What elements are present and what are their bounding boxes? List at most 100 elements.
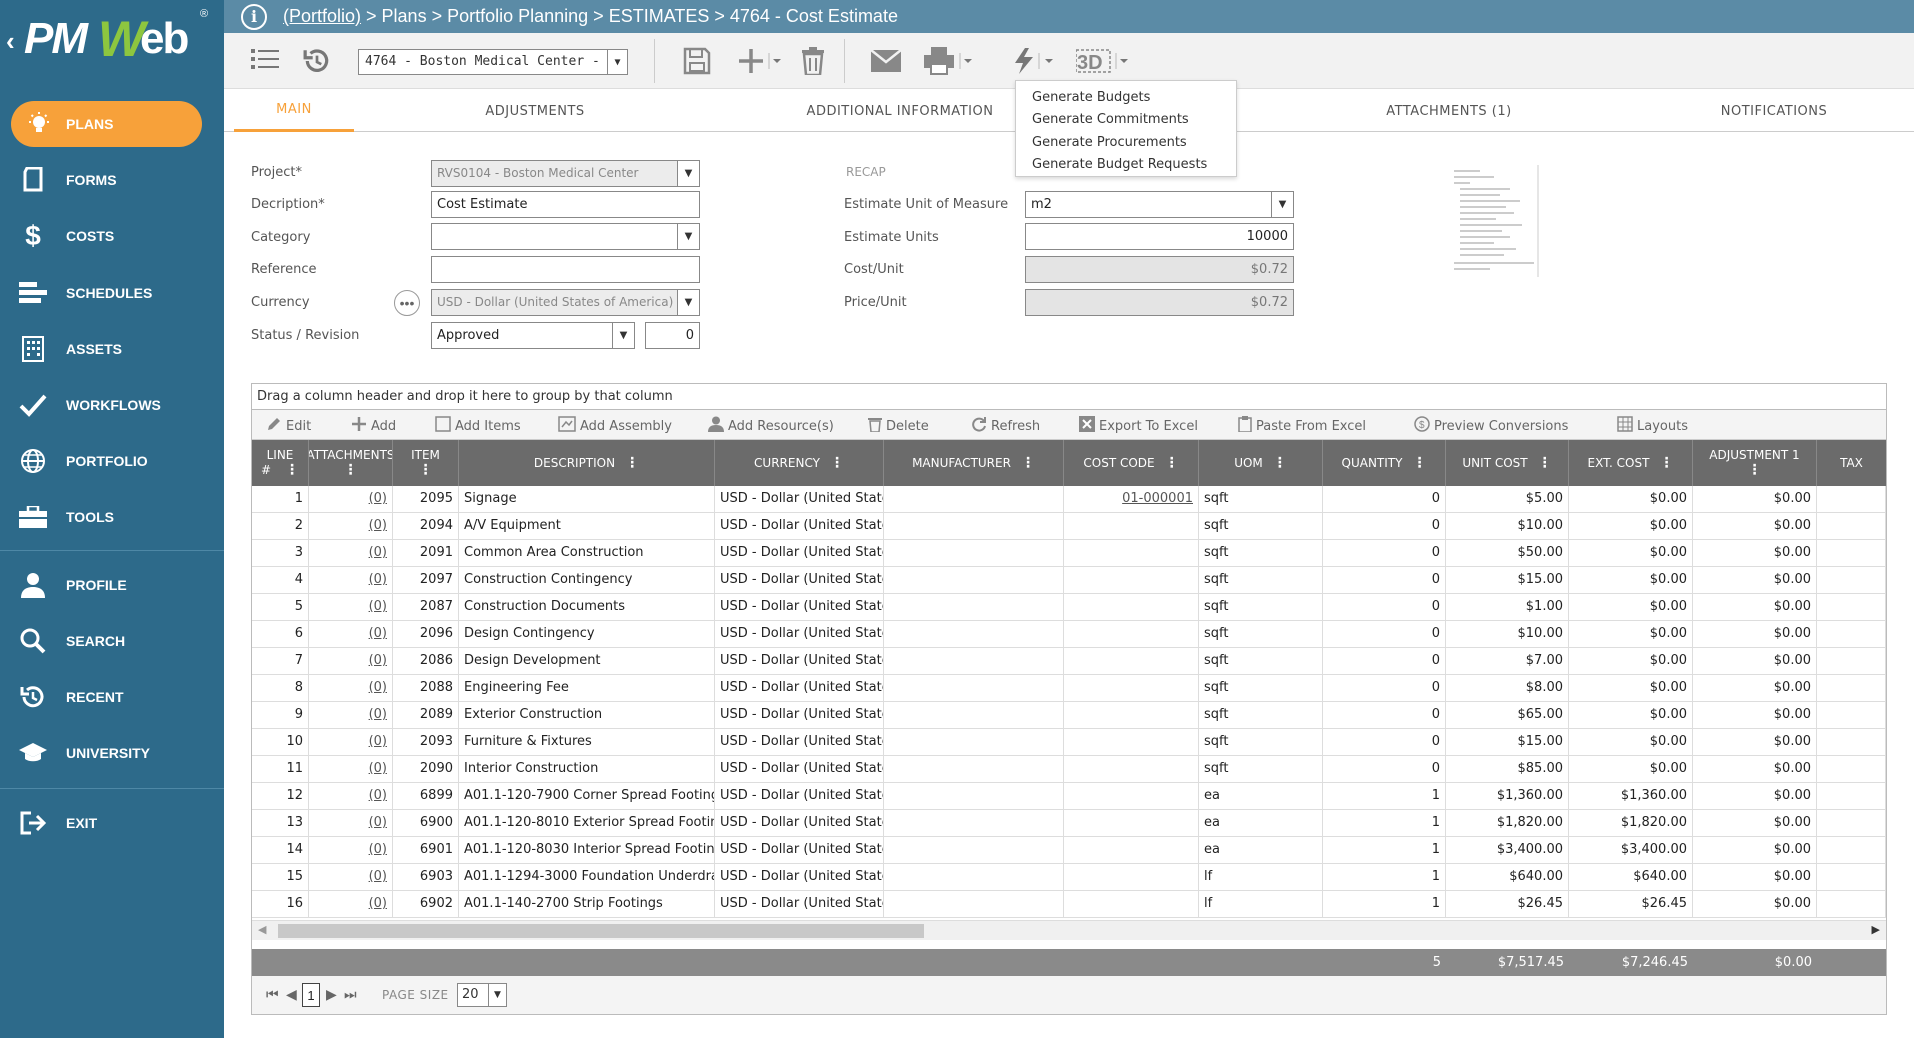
sidebar-item-recent[interactable]: RECENT [0,674,224,720]
add-items-button[interactable]: Add Items [435,416,521,436]
cell-cost-code[interactable] [1064,729,1199,755]
table-row[interactable]: 14 (0) 6901 A01.1-120-8030 Interior Spread … [252,837,1886,864]
record-select[interactable]: 4764 - Boston Medical Center - Cost Esti… [358,49,628,75]
cell-cost-code[interactable] [1064,675,1199,701]
table-row[interactable]: 9 (0) 2089 Exterior Construction USD - Dolla… [252,702,1886,729]
project-select[interactable]: RVS0104 - Boston Medical Center ▼ [431,160,700,187]
cell-cost-code[interactable] [1064,621,1199,647]
status-select[interactable]: Approved ▼ [431,322,635,349]
sidebar-item-tools[interactable]: TOOLS [0,494,224,540]
pmweb-logo[interactable]: ‹ PM W eb ® [0,0,224,80]
sidebar-item-portfolio[interactable]: PORTFOLIO [0,438,224,484]
description-input[interactable]: Cost Estimate [431,191,700,218]
cell-cost-code[interactable] [1064,783,1199,809]
cell-cost-code[interactable] [1064,594,1199,620]
column-header-manufacturer[interactable]: MANUFACTURER ⋮ [884,440,1064,486]
estimate-units-input[interactable]: 10000 [1025,223,1294,250]
tab-notifications[interactable]: NOTIFICATIONS [1694,90,1854,132]
column-header-tax[interactable]: TAX [1817,440,1886,486]
cell-cost-code[interactable] [1064,513,1199,539]
attachment-thumbnail-image[interactable] [1450,165,1542,277]
cell-cost-code[interactable] [1064,756,1199,782]
email-icon[interactable] [870,45,902,77]
column-menu-icon[interactable]: ⋮ [625,455,639,471]
menu-item-generate-budgets[interactable]: Generate Budgets [1016,86,1236,109]
table-row[interactable]: 7 (0) 2086 Design Development USD - Dollar (… [252,648,1886,675]
sidebar-item-profile[interactable]: PROFILE [0,562,224,608]
scroll-right-icon[interactable]: ▶ [1872,923,1880,936]
table-row[interactable]: 16 (0) 6902 A01.1-140-2700 Strip Footings US… [252,891,1886,918]
cell-attachments[interactable]: (0) [309,891,393,917]
cell-attachments[interactable]: (0) [309,756,393,782]
group-drop-zone[interactable]: Drag a column header and drop it here to… [252,384,1886,410]
cell-attachments[interactable]: (0) [309,540,393,566]
cell-attachments[interactable]: (0) [309,513,393,539]
edit-button[interactable]: Edit [266,416,311,436]
cell-cost-code[interactable] [1064,810,1199,836]
delete-button[interactable]: Delete [868,416,929,436]
last-page-icon[interactable]: ⏭ [344,986,357,1003]
column-menu-icon[interactable]: ⋮ [285,463,299,478]
preview-conversions-button[interactable]: $ Preview Conversions [1414,416,1568,436]
cell-attachments[interactable]: (0) [309,783,393,809]
column-header-description[interactable]: DESCRIPTION ⋮ [459,440,715,486]
cell-cost-code[interactable]: 01-000001 [1064,486,1199,512]
cell-attachments[interactable]: (0) [309,594,393,620]
column-header-line[interactable]: LINE # ⋮ [252,440,309,486]
breadcrumb-portfolio-link[interactable]: (Portfolio) [283,6,361,27]
column-header-currency[interactable]: CURRENCY ⋮ [715,440,884,486]
print-icon[interactable] [924,45,974,77]
cell-attachments[interactable]: (0) [309,648,393,674]
column-header-cost-code[interactable]: COST CODE ⋮ [1064,440,1199,486]
column-menu-icon[interactable]: ⋮ [830,455,844,471]
current-page[interactable]: 1 [302,983,320,1007]
cell-cost-code[interactable] [1064,891,1199,917]
column-menu-icon[interactable]: ⋮ [1412,455,1426,471]
horizontal-scrollbar[interactable]: ◀ ▶ [252,920,1886,940]
sidebar-item-costs[interactable]: $ COSTS [0,213,224,259]
menu-item-generate-procurements[interactable]: Generate Procurements [1016,131,1236,154]
cell-cost-code[interactable] [1064,702,1199,728]
sidebar-item-assets[interactable]: ASSETS [0,326,224,372]
cell-cost-code[interactable] [1064,648,1199,674]
trash-icon[interactable] [798,45,828,77]
reference-input[interactable] [431,256,700,283]
column-menu-icon[interactable]: ⋮ [1021,455,1035,471]
cell-attachments[interactable]: (0) [309,729,393,755]
cell-attachments[interactable]: (0) [309,837,393,863]
table-row[interactable]: 10 (0) 2093 Furniture & Fixtures USD - Dolla… [252,729,1886,756]
currency-select[interactable]: USD - Dollar (United States of America) … [431,289,700,316]
column-header-ext-cost[interactable]: EXT. COST ⋮ [1569,440,1693,486]
scrollbar-thumb[interactable] [278,924,924,938]
estimate-uom-select[interactable]: m2 ▼ [1025,191,1294,218]
table-row[interactable]: 3 (0) 2091 Common Area Construction USD - Do… [252,540,1886,567]
tab-additional-information[interactable]: ADDITIONAL INFORMATION [780,90,1020,132]
column-header-item[interactable]: ITEM ⋮ [393,440,459,486]
column-menu-icon[interactable]: ⋮ [1165,455,1179,471]
cell-cost-code[interactable] [1064,567,1199,593]
table-row[interactable]: 4 (0) 2097 Construction Contingency USD - Do… [252,567,1886,594]
export-excel-button[interactable]: Export To Excel [1079,416,1198,436]
column-header-attachments[interactable]: ATTACHMENTS ⋮ [309,440,393,486]
revision-input[interactable]: 0 [645,322,700,349]
tab-adjustments[interactable]: ADJUSTMENTS [440,90,630,132]
cell-attachments[interactable]: (0) [309,486,393,512]
category-select[interactable]: ▼ [431,223,700,250]
column-menu-icon[interactable]: ⋮ [419,463,433,478]
cell-attachments[interactable]: (0) [309,567,393,593]
sidebar-item-university[interactable]: UNIVERSITY [0,730,224,776]
paste-excel-button[interactable]: Paste From Excel [1238,416,1366,436]
table-row[interactable]: 8 (0) 2088 Engineering Fee USD - Dollar (Uni… [252,675,1886,702]
sidebar-item-exit[interactable]: EXIT [0,800,224,846]
column-header-quantity[interactable]: QUANTITY ⋮ [1323,440,1446,486]
sidebar-item-workflows[interactable]: WORKFLOWS [0,382,224,428]
lightning-icon[interactable] [1010,45,1056,77]
prev-page-icon[interactable]: ◀ [286,986,297,1003]
column-menu-icon[interactable]: ⋮ [344,463,358,478]
cell-cost-code[interactable] [1064,864,1199,890]
add-button[interactable]: Add [351,416,396,436]
currency-options-button[interactable]: ••• [394,290,420,316]
column-menu-icon[interactable]: ⋮ [1748,463,1762,478]
cell-attachments[interactable]: (0) [309,675,393,701]
info-icon[interactable]: i [241,3,267,30]
